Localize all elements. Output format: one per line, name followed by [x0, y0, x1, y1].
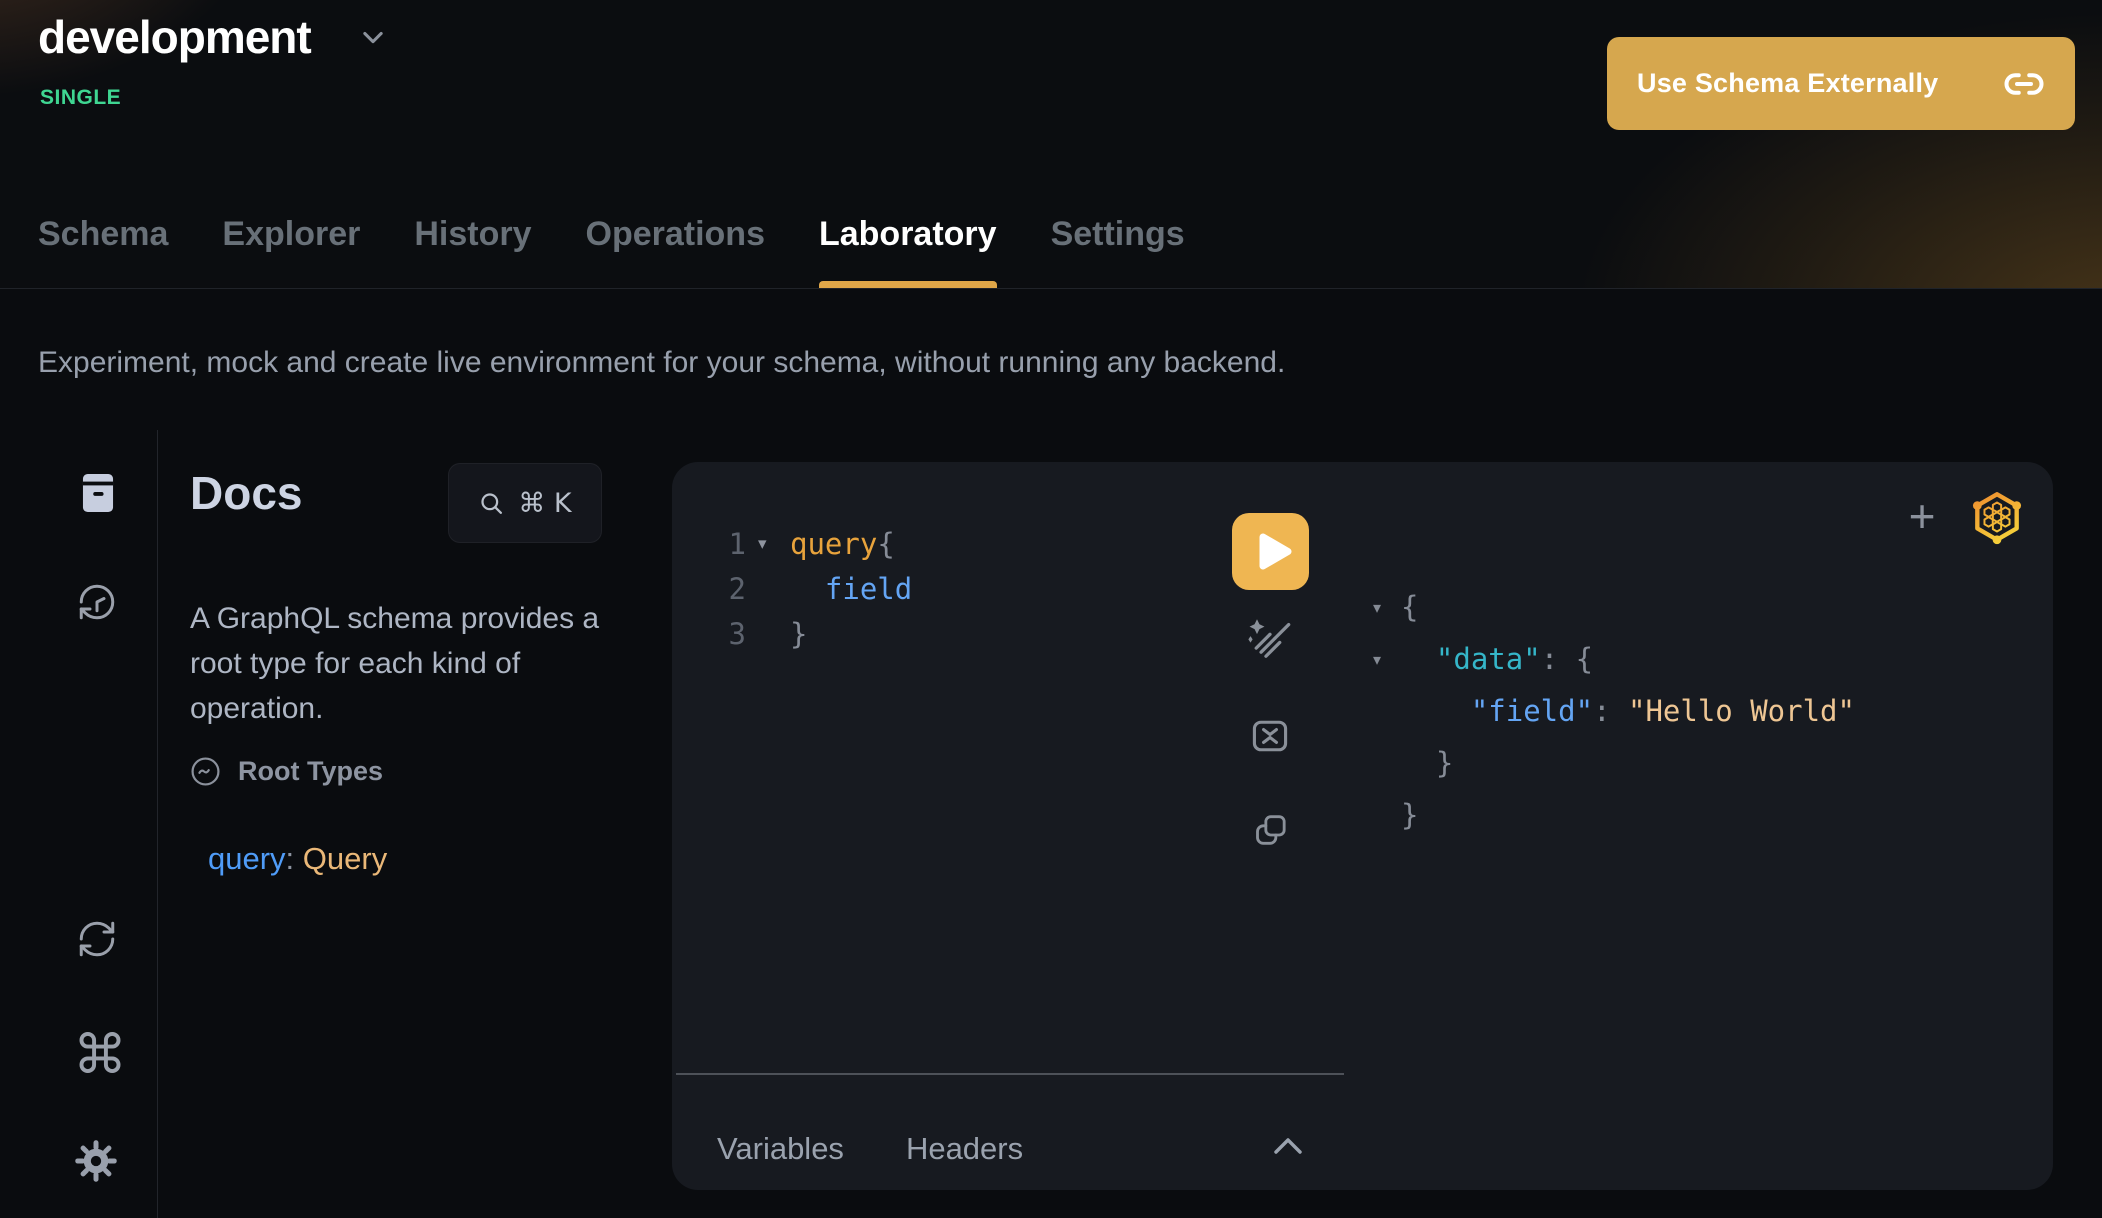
json-line: "field": "Hello World": [1401, 694, 1855, 728]
target-selector-dropdown[interactable]: development: [38, 10, 387, 64]
tab-history[interactable]: History: [414, 215, 531, 288]
graphiql-panel: 1 ▾ query{ 2 field 3 }: [672, 462, 2053, 1190]
json-line: "data": {: [1401, 642, 1855, 676]
settings-gear-icon[interactable]: [73, 1138, 119, 1184]
tab-laboratory[interactable]: Laboratory: [819, 215, 997, 288]
root-query-link[interactable]: query: [208, 841, 286, 876]
tab-variables[interactable]: Variables: [717, 1130, 844, 1168]
brace-token: }: [1401, 746, 1453, 780]
line-number: 2: [722, 572, 746, 606]
tab-operations-label: Operations: [586, 215, 765, 253]
merge-fragments-icon[interactable]: [1248, 714, 1292, 758]
code-line: field: [790, 572, 912, 606]
tab-operations[interactable]: Operations: [586, 215, 765, 288]
prettify-icon[interactable]: [1244, 614, 1296, 666]
tab-schema[interactable]: Schema: [38, 215, 168, 288]
link-icon: [2003, 63, 2045, 105]
tilde-circle-icon: [190, 756, 221, 787]
chevron-down-icon: [359, 23, 387, 51]
docs-search-button[interactable]: ⌘ K: [448, 463, 602, 543]
code-line: query{: [790, 527, 912, 561]
play-icon: [1232, 513, 1309, 590]
execute-query-button[interactable]: [1232, 513, 1309, 590]
graphql-hive-logo-icon[interactable]: [1970, 488, 2024, 546]
json-line: {: [1401, 590, 1855, 624]
editor-line: 1 ▾ query{: [722, 521, 912, 566]
add-operation-tab-button[interactable]: +: [1898, 486, 1946, 546]
brace-token: {: [1576, 642, 1593, 676]
keyboard-shortcuts-icon[interactable]: ⌘: [73, 1028, 127, 1082]
docs-title: Docs: [190, 466, 302, 520]
use-schema-externally-label: Use Schema Externally: [1637, 68, 1938, 99]
keyword-token: query: [790, 527, 877, 561]
active-tab-indicator: [819, 281, 997, 288]
json-line: }: [1401, 798, 1855, 832]
tab-headers[interactable]: Headers: [906, 1130, 1023, 1168]
response-line: ▾ {: [1365, 581, 1855, 633]
editor-line: 3 }: [722, 611, 912, 656]
use-schema-externally-button[interactable]: Use Schema Externally: [1607, 37, 2075, 130]
root-separator: :: [286, 841, 303, 876]
page-header: development SINGLE Use Schema Externally…: [0, 0, 2102, 289]
chevron-up-icon: [1270, 1134, 1306, 1158]
page-title: development: [38, 10, 311, 64]
colon-token: :: [1541, 642, 1576, 676]
docs-book-icon[interactable]: [79, 470, 117, 516]
tab-history-label: History: [414, 215, 531, 253]
laboratory-page: development SINGLE Use Schema Externally…: [0, 0, 2102, 1218]
target-type-badge: SINGLE: [40, 86, 121, 110]
code-line: }: [790, 617, 912, 651]
tab-schema-label: Schema: [38, 215, 168, 253]
main-nav-tabs: Schema Explorer History Operations Labor…: [38, 215, 1185, 288]
response-viewer: ▾ { ▾ "data": { "field": "Hello World" }…: [1365, 581, 1855, 841]
colon-token: :: [1593, 694, 1628, 728]
root-type-row: query: Query: [208, 841, 387, 877]
brace-token: }: [790, 617, 807, 651]
search-icon: [478, 490, 505, 517]
root-types-label: Root Types: [238, 756, 383, 787]
editor-line: 2 field: [722, 566, 912, 611]
response-line: }: [1365, 737, 1855, 789]
json-key-token: "field": [1401, 694, 1593, 728]
response-line: ▾ "data": {: [1365, 633, 1855, 685]
tab-settings[interactable]: Settings: [1051, 215, 1185, 288]
brace-token: {: [1401, 590, 1418, 624]
query-type-link[interactable]: Query: [303, 841, 387, 876]
tab-settings-label: Settings: [1051, 215, 1185, 253]
field-token: field: [790, 572, 912, 606]
tab-laboratory-label: Laboratory: [819, 215, 997, 253]
fold-toggle-icon[interactable]: ▾: [746, 534, 790, 554]
editor-footer-divider: [676, 1073, 1344, 1075]
tab-explorer[interactable]: Explorer: [222, 215, 360, 288]
brace-token: {: [877, 527, 894, 561]
line-number: 3: [722, 617, 746, 651]
response-line: }: [1365, 789, 1855, 841]
collapse-editor-tools-button[interactable]: [1270, 1134, 1306, 1158]
fold-toggle-icon[interactable]: ▾: [1365, 650, 1401, 669]
left-toolbar-rail: ⌘: [0, 430, 158, 1218]
json-string-token: "Hello World": [1628, 694, 1855, 728]
docs-description: A GraphQL schema provides a root type fo…: [190, 596, 630, 731]
response-line: "field": "Hello World": [1365, 685, 1855, 737]
command-glyph: ⌘: [73, 1023, 127, 1086]
brace-token: }: [1401, 798, 1418, 832]
copy-query-icon[interactable]: [1250, 810, 1290, 850]
query-editor[interactable]: 1 ▾ query{ 2 field 3 }: [722, 521, 912, 656]
search-shortcut-label: ⌘ K: [518, 488, 571, 519]
tab-explorer-label: Explorer: [222, 215, 360, 253]
fold-toggle-icon[interactable]: ▾: [1365, 598, 1401, 617]
json-line: }: [1401, 746, 1855, 780]
refresh-schema-icon[interactable]: [76, 918, 118, 960]
json-key-token: "data": [1401, 642, 1541, 676]
line-number: 1: [722, 527, 746, 561]
page-subtitle: Experiment, mock and create live environ…: [38, 346, 1285, 380]
editor-footer-tabs: Variables Headers: [717, 1130, 1023, 1168]
root-types-section: Root Types: [190, 756, 383, 787]
history-icon[interactable]: [76, 581, 118, 623]
